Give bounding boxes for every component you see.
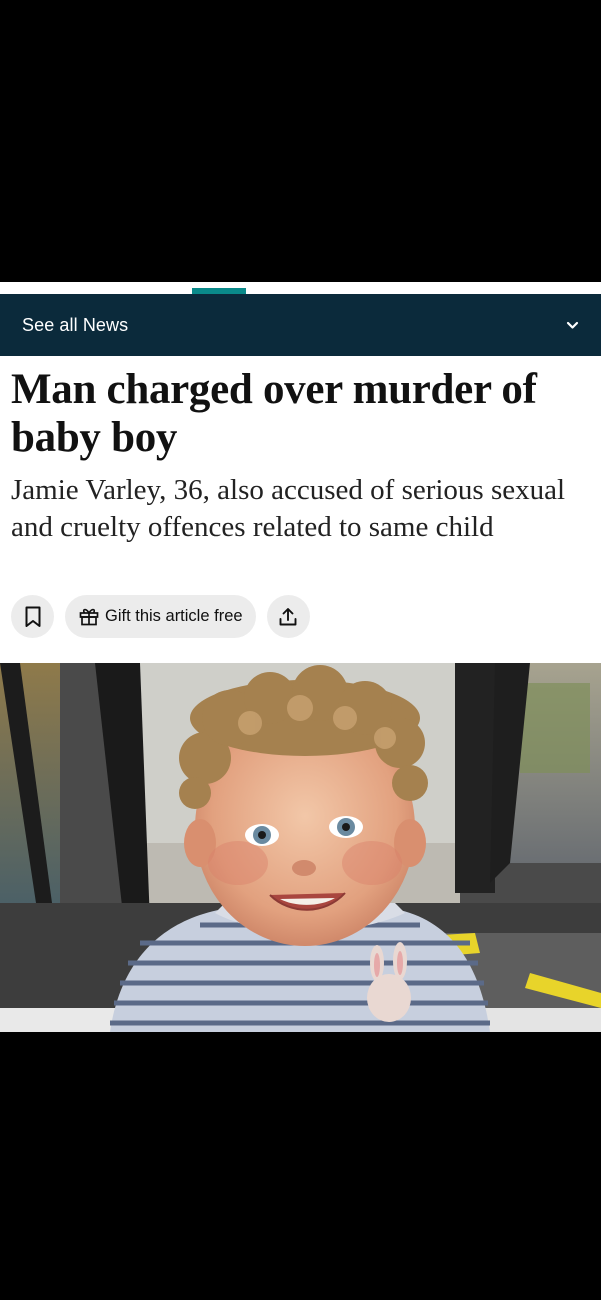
bookmark-button[interactable] [11, 595, 54, 638]
share-icon [279, 607, 297, 625]
article-actions: Gift this article free [11, 595, 310, 638]
top-black-area [0, 0, 601, 282]
article-standfirst: Jamie Varley, 36, also accused of seriou… [11, 474, 566, 543]
article-photo [0, 663, 601, 1032]
article-screen: See all News Man charged over murder of … [0, 282, 601, 1032]
gift-icon [79, 608, 99, 626]
chevron-down-icon[interactable] [565, 318, 579, 332]
bookmark-icon [25, 606, 40, 627]
tab-strip [0, 282, 601, 294]
see-all-news-label[interactable]: See all News [22, 315, 128, 336]
article-headline: Man charged over murder of baby boy [11, 366, 537, 461]
gift-button-label: Gift this article free [105, 607, 243, 625]
share-button[interactable] [266, 595, 310, 638]
gift-article-button[interactable]: Gift this article free [65, 595, 256, 638]
section-nav-bar[interactable]: See all News [0, 294, 601, 356]
